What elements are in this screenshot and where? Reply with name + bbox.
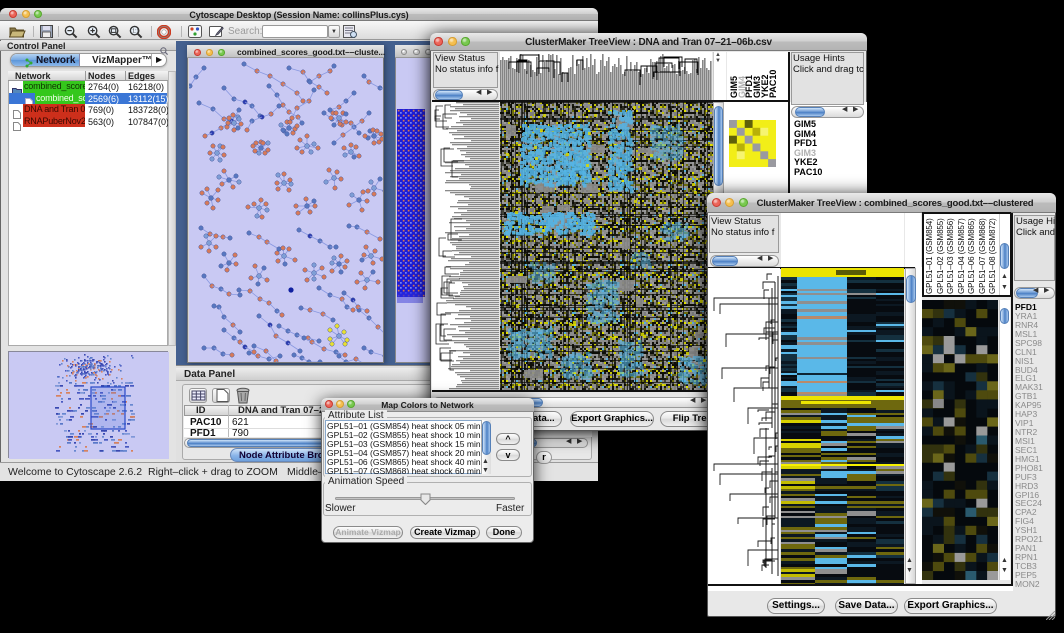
svg-text:1:1: 1:1 <box>132 29 139 35</box>
